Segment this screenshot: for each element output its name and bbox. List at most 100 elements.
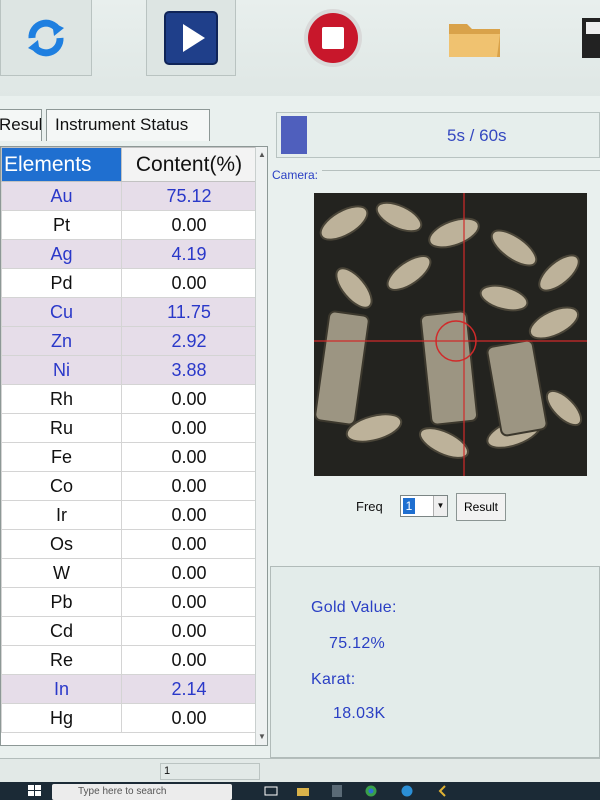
gold-value-label: Gold Value: — [311, 599, 397, 616]
camera-view — [314, 193, 587, 476]
table-row[interactable]: W 0.00 — [1, 558, 257, 588]
save-button[interactable] — [568, 0, 600, 76]
status-bar: 1 — [0, 758, 600, 782]
element-cell: Cd — [1, 616, 122, 646]
table-row[interactable]: Co 0.00 — [1, 471, 257, 501]
content-cell: 0.00 — [121, 703, 257, 733]
table-scrollbar[interactable]: ▲ ▼ — [255, 147, 267, 745]
scroll-down-icon[interactable]: ▼ — [256, 731, 267, 743]
content-cell: 0.00 — [121, 529, 257, 559]
elements-table: Elements Content(%) Au 75.12 Pt 0.00 Ag 4.19 P… — [0, 146, 268, 746]
folder-icon — [449, 24, 500, 57]
table-row[interactable]: Pt 0.00 — [1, 210, 257, 240]
content-cell: 3.88 — [121, 355, 257, 385]
table-row[interactable]: Fe 0.00 — [1, 442, 257, 472]
content-cell: 11.75 — [121, 297, 257, 327]
table-row[interactable]: In 2.14 — [1, 674, 257, 704]
toolbar — [0, 0, 600, 96]
table-row[interactable]: Pd 0.00 — [1, 268, 257, 298]
content-cell: 0.00 — [121, 558, 257, 588]
element-cell: Pb — [1, 587, 122, 617]
content-cell: 0.00 — [121, 268, 257, 298]
task-view-icon[interactable] — [264, 785, 278, 797]
table-row[interactable]: Ir 0.00 — [1, 500, 257, 530]
calculator-icon[interactable] — [330, 785, 344, 797]
camera-group: Camera: Freq 1 ▼ Result — [272, 168, 600, 552]
tab-result[interactable]: Result — [0, 109, 42, 141]
content-cell: 0.00 — [121, 471, 257, 501]
element-cell: Re — [1, 645, 122, 675]
table-row[interactable]: Ag 4.19 — [1, 239, 257, 269]
element-cell: Co — [1, 471, 122, 501]
table-row[interactable]: Ru 0.00 — [1, 413, 257, 443]
element-cell: Os — [1, 529, 122, 559]
file-explorer-icon[interactable] — [296, 785, 310, 797]
content-cell: 75.12 — [121, 181, 257, 211]
freq-label: Freq — [356, 499, 383, 514]
table-row[interactable]: Zn 2.92 — [1, 326, 257, 356]
table-row[interactable]: Pb 0.00 — [1, 587, 257, 617]
refresh-icon — [28, 19, 64, 56]
content-cell: 4.19 — [121, 239, 257, 269]
element-cell: Hg — [1, 703, 122, 733]
table-row[interactable]: Os 0.00 — [1, 529, 257, 559]
play-icon — [164, 10, 218, 65]
column-header-elements[interactable]: Elements — [1, 147, 122, 182]
element-cell: Ru — [1, 413, 122, 443]
camera-label: Camera: — [272, 168, 323, 182]
element-cell: Fe — [1, 442, 122, 472]
save-icon — [582, 18, 600, 58]
scroll-up-icon[interactable]: ▲ — [256, 149, 267, 161]
status-page: 1 — [160, 763, 260, 780]
freq-value: 1 — [403, 498, 415, 514]
table-row[interactable]: Rh 0.00 — [1, 384, 257, 414]
content-cell: 2.92 — [121, 326, 257, 356]
freq-select[interactable]: 1 ▼ — [400, 495, 448, 517]
content-cell: 0.00 — [121, 384, 257, 414]
progress-time: 5s / 60s — [447, 126, 507, 145]
gold-value: 75.12% — [329, 635, 386, 652]
refresh-button[interactable] — [0, 0, 92, 76]
stop-button[interactable] — [290, 0, 376, 76]
taskbar-search-input[interactable]: Type here to search — [52, 784, 232, 800]
result-button[interactable]: Result — [456, 493, 506, 521]
edge-icon[interactable] — [400, 785, 414, 797]
table-row[interactable]: Ni 3.88 — [1, 355, 257, 385]
table-row[interactable]: Cd 0.00 — [1, 616, 257, 646]
element-cell: In — [1, 674, 122, 704]
element-cell: Ir — [1, 500, 122, 530]
content-cell: 0.00 — [121, 210, 257, 240]
content-cell: 0.00 — [121, 413, 257, 443]
progress-bar-fill — [281, 116, 307, 154]
windows-start-icon[interactable] — [28, 785, 42, 797]
element-cell: W — [1, 558, 122, 588]
taskbar: Type here to search — [0, 782, 600, 800]
table-row[interactable]: Hg 0.00 — [1, 703, 257, 733]
content-cell: 0.00 — [121, 500, 257, 530]
browser-icon[interactable] — [364, 785, 378, 797]
start-button[interactable] — [146, 0, 236, 76]
measurement-progress: 5s / 60s — [276, 112, 600, 158]
element-cell: Pt — [1, 210, 122, 240]
element-cell: Ni — [1, 355, 122, 385]
element-cell: Au — [1, 181, 122, 211]
table-row[interactable]: Cu 11.75 — [1, 297, 257, 327]
tab-instrument-status[interactable]: Instrument Status — [46, 109, 210, 141]
content-cell: 2.14 — [121, 674, 257, 704]
open-folder-button[interactable] — [434, 0, 516, 76]
table-row[interactable]: Re 0.00 — [1, 645, 257, 675]
stop-icon — [304, 9, 362, 67]
element-cell: Rh — [1, 384, 122, 414]
content-cell: 0.00 — [121, 645, 257, 675]
karat-value: 18.03K — [333, 705, 386, 722]
karat-label: Karat: — [311, 671, 356, 688]
content-cell: 0.00 — [121, 616, 257, 646]
column-header-content[interactable]: Content(%) — [121, 147, 257, 182]
chevron-down-icon[interactable]: ▼ — [433, 496, 447, 516]
content-cell: 0.00 — [121, 587, 257, 617]
chevron-left-icon[interactable] — [436, 785, 450, 797]
content-cell: 0.00 — [121, 442, 257, 472]
table-row[interactable]: Au 75.12 — [1, 181, 257, 211]
element-cell: Cu — [1, 297, 122, 327]
element-cell: Pd — [1, 268, 122, 298]
